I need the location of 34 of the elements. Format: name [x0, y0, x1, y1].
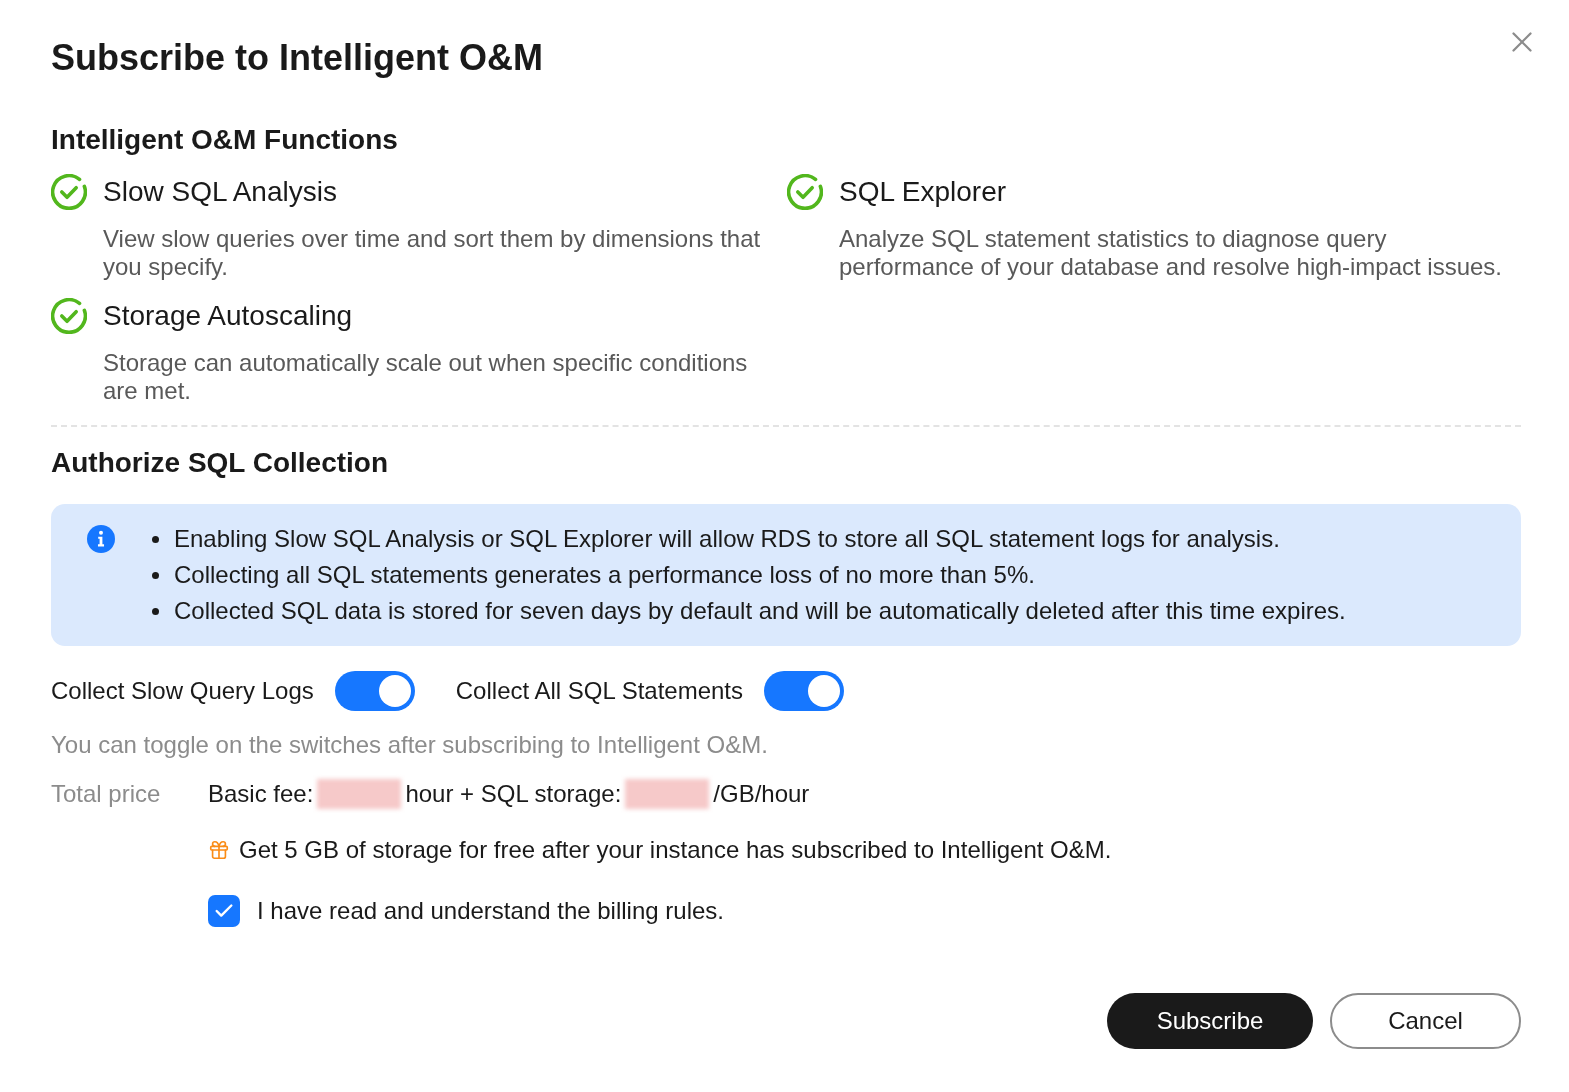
agreement-label: I have read and understand the billing rules. — [257, 897, 724, 925]
function-title: Slow SQL Analysis — [103, 175, 337, 209]
check-circle-icon — [51, 298, 87, 334]
function-description: Analyze SQL statement statistics to diagnose query performance of your database and resolve high-impact issues. — [839, 225, 1503, 281]
notice-text: Enabling Slow SQL Analysis or SQL Explorer will allow RDS to store all SQL statement logs for analysis. — [174, 524, 1280, 554]
switch-label: Collect Slow Query Logs — [51, 677, 314, 705]
subscribe-button[interactable]: Subscribe — [1107, 993, 1313, 1049]
price-text: hour + SQL storage: — [405, 780, 622, 808]
section-heading: Intelligent O&M Functions — [51, 124, 398, 156]
check-circle-icon — [787, 174, 823, 210]
price-text: /GB/hour — [713, 780, 810, 808]
price-label: Total price — [51, 780, 162, 808]
dialog-title: Subscribe to Intelligent O&M — [51, 37, 544, 79]
cancel-button[interactable]: Cancel — [1330, 993, 1521, 1049]
function-description: Storage can automatically scale out when specific conditions are met. — [103, 349, 749, 405]
gift-icon — [208, 839, 230, 861]
section-heading: Authorize SQL Collection — [51, 447, 389, 479]
function-title: Storage Autoscaling — [103, 299, 353, 333]
hint-text: You can toggle on the switches after subscribing to Intelligent O&M. — [51, 731, 768, 759]
bullet-icon — [152, 571, 159, 579]
toggle-switch[interactable] — [334, 671, 415, 711]
checkbox[interactable] — [208, 895, 240, 927]
bullet-icon — [152, 535, 159, 543]
function-title: SQL Explorer — [839, 175, 1007, 209]
bullet-icon — [152, 607, 159, 615]
switch-label: Collect All SQL Statements — [455, 677, 744, 705]
notice-text: Collected SQL data is stored for seven days by default and will be automatically deleted after this time expires. — [174, 596, 1346, 626]
info-icon — [87, 525, 115, 553]
toggle-switch[interactable] — [764, 671, 845, 711]
price-text: Basic fee: — [208, 780, 314, 808]
check-circle-icon — [51, 174, 87, 210]
notice-text: Collecting all SQL statements generates a performance loss of no more than 5%. — [174, 560, 1035, 590]
function-description: View slow queries over time and sort them by dimensions that you specify. — [103, 225, 762, 281]
promo-text: Get 5 GB of storage for free after your instance has subscribed to Intelligent O&M. — [239, 836, 1112, 864]
